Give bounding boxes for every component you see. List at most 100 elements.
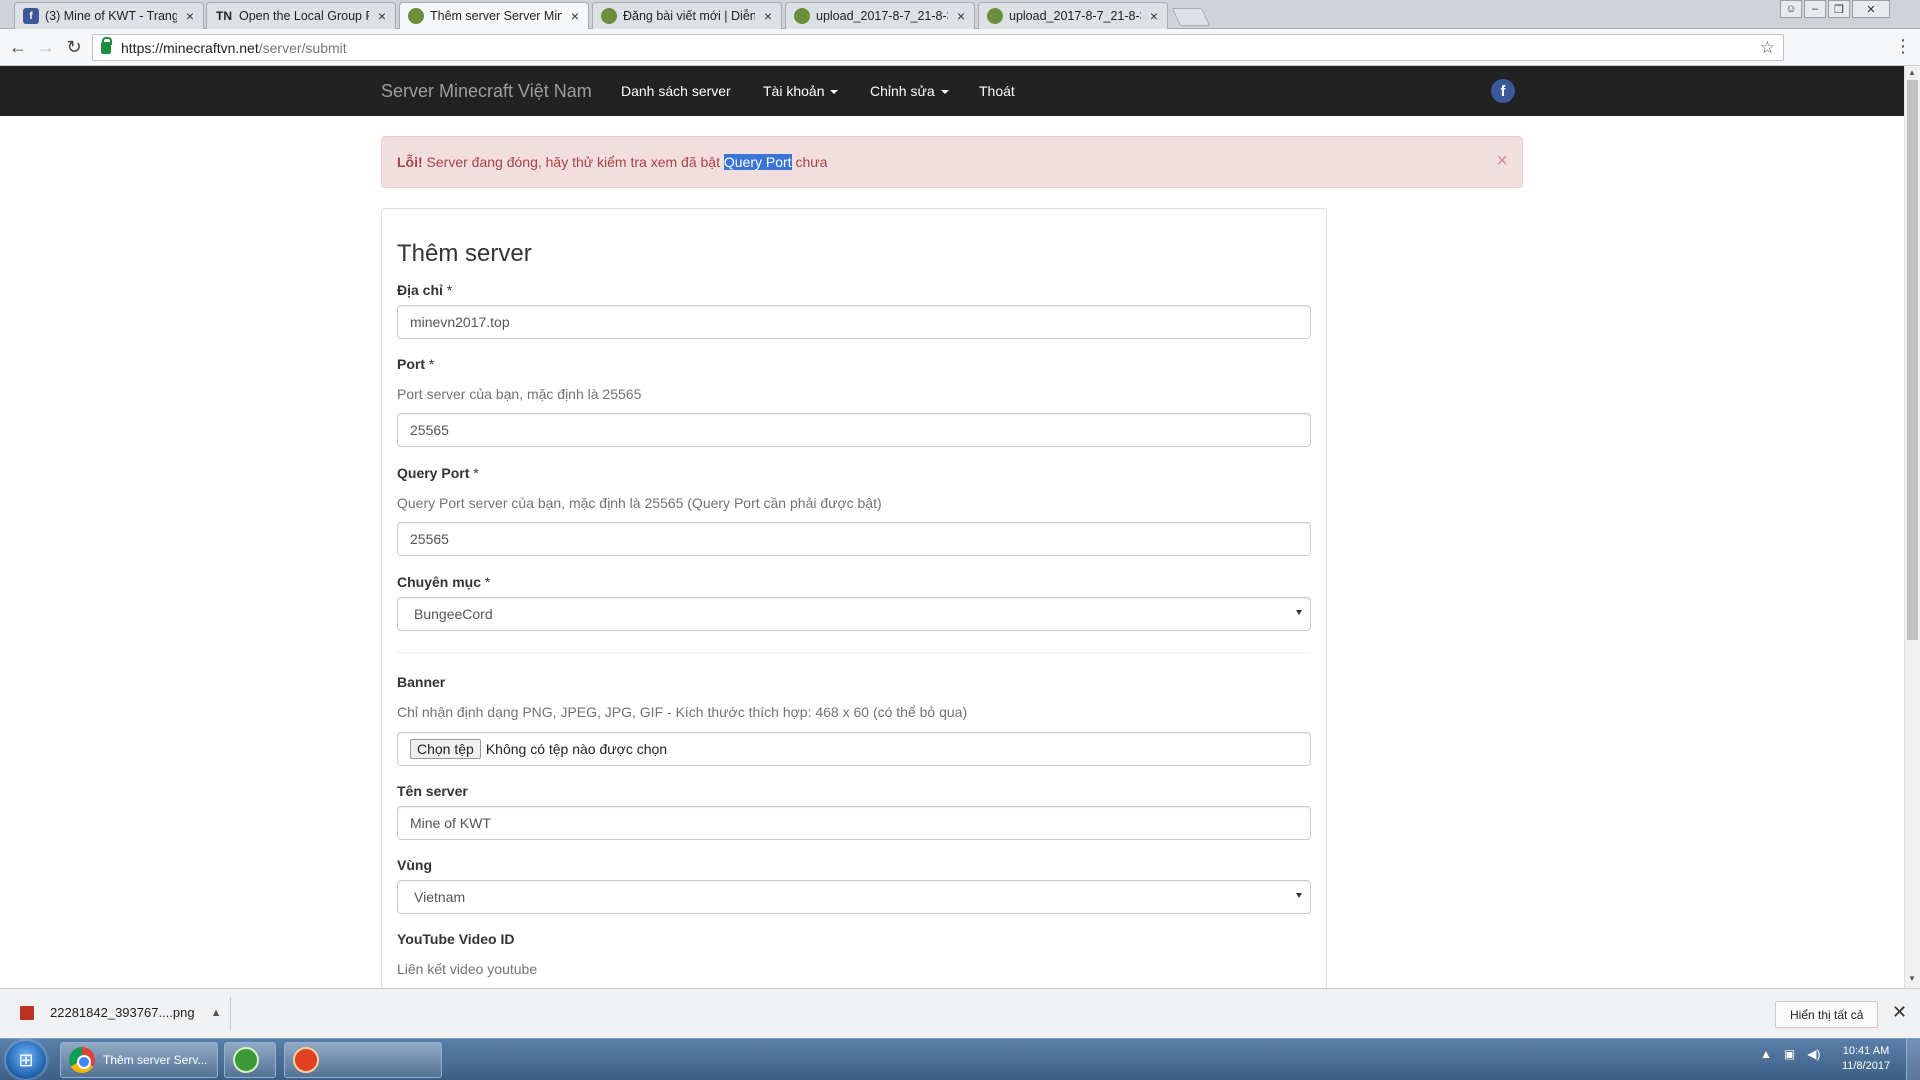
taskbar-clock[interactable]: 10:41 AM 11/8/2017 (1836, 1044, 1896, 1074)
browser-tab[interactable]: upload_2017-8-7_21-8-3 × (785, 2, 975, 29)
server-name-input[interactable]: Mine of KWT (397, 806, 1311, 840)
new-tab-button[interactable] (1171, 8, 1211, 26)
page-scrollbar[interactable]: ▲ ▼ (1904, 66, 1920, 988)
app-icon (233, 1047, 259, 1073)
dropdown-arrow-icon (1296, 610, 1302, 615)
region-select[interactable]: Vietnam (397, 880, 1311, 914)
divider (397, 652, 1311, 653)
clock-time: 10:41 AM (1842, 1045, 1890, 1057)
browser-tab-strip: f (3) Mine of KWT - Trang × TN Open the … (0, 0, 1920, 29)
page-title: Thêm server (397, 240, 532, 267)
nav-account-dropdown[interactable]: Tài khoản (763, 83, 839, 99)
address-bar[interactable]: https://minecraftvn.net/server/submit ☆ (92, 34, 1784, 61)
region-value: Vietnam (414, 889, 466, 905)
caret-down-icon (830, 90, 839, 95)
system-tray: ▲ ▣ ◀) (1760, 1047, 1820, 1061)
alert-text: Server đang đóng, hãy thử kiểm tra xem đ… (422, 154, 724, 170)
error-alert: Lỗi! Server đang đóng, hãy thử kiểm tra … (381, 136, 1523, 188)
choose-file-button[interactable]: Chọn tệp (410, 739, 481, 759)
clock-date: 11/8/2017 (1841, 1060, 1891, 1072)
show-all-downloads-button[interactable]: Hiển thị tất cả (1775, 1001, 1879, 1028)
browser-tab[interactable]: f (3) Mine of KWT - Trang × (14, 2, 204, 29)
facebook-icon[interactable]: f (1491, 79, 1515, 103)
address-input[interactable]: minevn2017.top (397, 305, 1311, 339)
network-icon[interactable]: ▣ (1784, 1047, 1795, 1061)
category-value: BungeeCord (414, 606, 493, 622)
scroll-down-icon[interactable]: ▼ (1908, 974, 1916, 983)
nav-server-list[interactable]: Danh sách server (621, 83, 731, 99)
minecraft-favicon-icon (987, 8, 1003, 24)
window-controls: ☺ – ❐ ✕ (1780, 0, 1890, 18)
restore-icon[interactable]: ❐ (1828, 0, 1850, 18)
reload-icon[interactable]: ↻ (64, 37, 84, 57)
chevron-up-icon[interactable]: ▲ (211, 1007, 222, 1019)
image-file-icon (20, 1005, 34, 1020)
close-tab-icon[interactable]: × (568, 8, 582, 24)
site-brand[interactable]: Server Minecraft Việt Nam (381, 81, 592, 102)
back-arrow-icon[interactable]: ← (8, 37, 28, 57)
query-port-input[interactable]: 25565 (397, 522, 1311, 556)
close-download-bar-icon[interactable]: ✕ (1892, 1002, 1907, 1023)
browser-tab[interactable]: upload_2017-8-7_21-8-3 × (978, 2, 1168, 29)
show-hidden-icons-icon[interactable]: ▲ (1760, 1047, 1772, 1061)
url-host: https://minecraftvn.net (121, 39, 259, 56)
nav-edit-dropdown[interactable]: Chỉnh sửa (870, 83, 949, 99)
browser-tab[interactable]: TN Open the Local Group Po × (206, 2, 396, 29)
nav-edit-label: Chỉnh sửa (870, 83, 935, 99)
close-tab-icon[interactable]: × (375, 8, 389, 24)
close-tab-icon[interactable]: × (1147, 8, 1161, 24)
alert-close-icon[interactable]: × (1496, 151, 1508, 171)
facebook-favicon-icon: f (23, 8, 39, 24)
banner-file-input[interactable]: Chọn tệp Không có tệp nào được chọn (397, 732, 1311, 766)
scroll-up-icon[interactable]: ▲ (1908, 68, 1916, 77)
scrollbar-thumb[interactable] (1907, 80, 1918, 640)
close-tab-icon[interactable]: × (183, 8, 197, 24)
category-select[interactable]: BungeeCord (397, 597, 1311, 631)
garena-icon (293, 1047, 319, 1073)
taskbar-chrome-window[interactable]: Thêm server Serv... (60, 1042, 218, 1078)
close-tab-icon[interactable]: × (954, 8, 968, 24)
bookmark-star-icon[interactable]: ☆ (1760, 38, 1775, 58)
volume-icon[interactable]: ◀) (1807, 1047, 1820, 1061)
taskbar-window-title: Thêm server Serv... (103, 1053, 208, 1067)
query-port-help: Query Port server của bạn, mặc định là 2… (397, 495, 882, 511)
region-label: Vùng (397, 857, 432, 873)
download-item[interactable]: 22281842_393767....png ▲ (20, 1005, 221, 1020)
nav-logout[interactable]: Thoát (979, 83, 1015, 99)
banner-help: Chỉ nhận định dạng PNG, JPEG, JPG, GIF -… (397, 704, 968, 720)
taskbar-app[interactable] (224, 1042, 276, 1078)
youtube-label: YouTube Video ID (397, 931, 515, 947)
taskbar-app[interactable] (284, 1042, 442, 1078)
browser-menu-icon[interactable]: ⋮ (1894, 37, 1912, 55)
port-help: Port server của bạn, mặc định là 25565 (397, 386, 642, 402)
tab-title: (3) Mine of KWT - Trang (45, 9, 177, 23)
address-label: Địa chỉ * (397, 282, 453, 298)
nav-account-label: Tài khoản (763, 83, 825, 99)
minimize-icon[interactable]: – (1804, 0, 1826, 18)
close-tab-icon[interactable]: × (761, 8, 775, 24)
port-label: Port * (397, 356, 435, 372)
minecraft-favicon-icon (408, 8, 424, 24)
download-filename: 22281842_393767....png (50, 1005, 195, 1020)
category-label: Chuyên mục * (397, 574, 491, 590)
window-close-icon[interactable]: ✕ (1852, 0, 1890, 18)
query-port-label: Query Port * (397, 465, 479, 481)
youtube-help: Liên kết video youtube (397, 961, 538, 977)
browser-tab-active[interactable]: Thêm server Server Mine × (399, 2, 589, 29)
server-name-label: Tên server (397, 783, 468, 799)
tab-title: upload_2017-8-7_21-8-3 (1009, 9, 1141, 23)
site-navbar: Server Minecraft Việt Nam Danh sách serv… (0, 66, 1904, 116)
file-status: Không có tệp nào được chọn (485, 741, 668, 757)
windows-start-button[interactable]: ⊞ (6, 1041, 46, 1079)
alert-prefix: Lỗi! (397, 154, 423, 170)
caret-down-icon (940, 90, 949, 95)
url-path: /server/submit (258, 39, 347, 56)
forward-arrow-icon[interactable]: → (36, 37, 56, 57)
user-icon[interactable]: ☺ (1780, 0, 1802, 18)
chrome-icon (69, 1047, 95, 1073)
port-input[interactable]: 25565 (397, 413, 1311, 447)
browser-toolbar: ← → ↻ https://minecraftvn.net/server/sub… (0, 29, 1920, 66)
minecraft-favicon-icon (794, 8, 810, 24)
browser-tab[interactable]: Đăng bài viết mới | Diễn × (592, 2, 782, 29)
show-desktop-button[interactable] (1906, 1039, 1920, 1080)
